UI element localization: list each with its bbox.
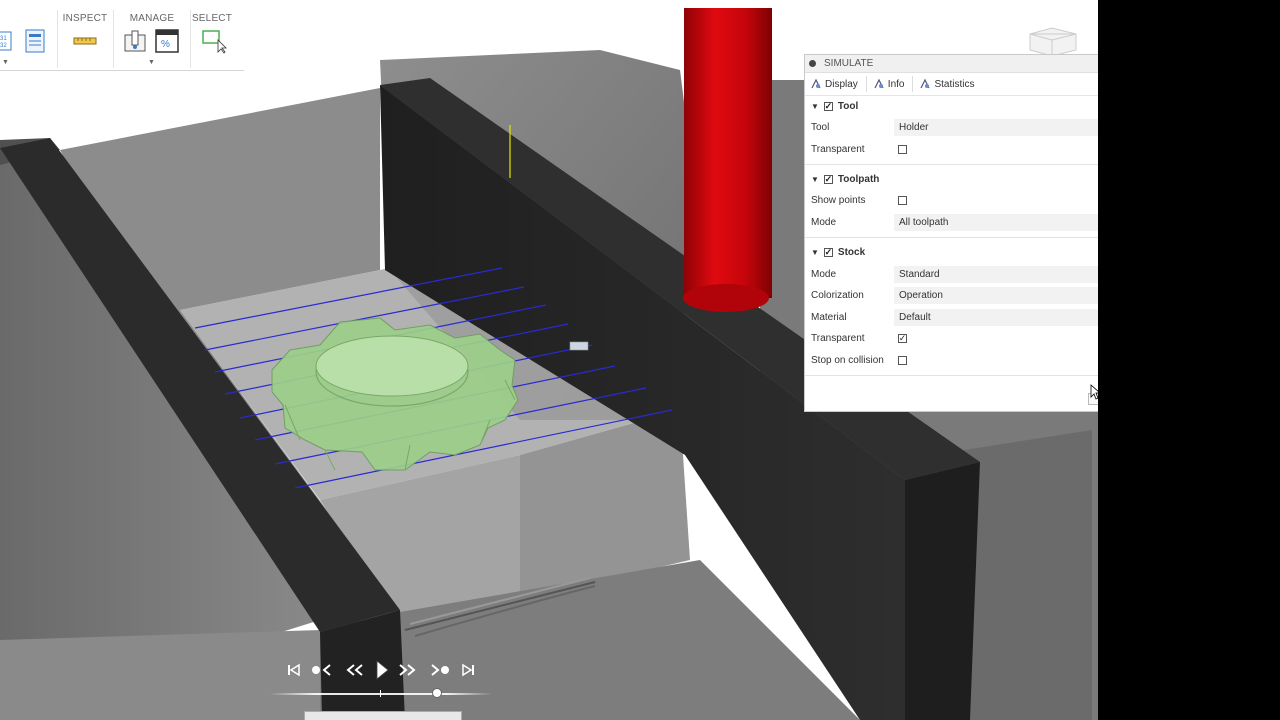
- select-label: SELECT: [191, 13, 233, 24]
- tool-library-icon[interactable]: [122, 28, 148, 54]
- toolpath-mode-label: Mode: [811, 217, 837, 229]
- timeline-thumb[interactable]: [431, 688, 442, 698]
- show-points-label: Show points: [811, 195, 866, 207]
- cutting-tool: [683, 8, 772, 312]
- chevron-down-icon[interactable]: ▼: [811, 248, 819, 257]
- close-icon[interactable]: [809, 60, 816, 67]
- previous-operation-icon[interactable]: [310, 660, 334, 680]
- tool-select[interactable]: Holder: [894, 119, 1098, 137]
- svg-text:%: %: [161, 39, 170, 50]
- tab-statistics[interactable]: Statistics: [919, 73, 975, 95]
- step-back-icon[interactable]: [344, 660, 366, 680]
- tool-transparent-label: Transparent: [811, 143, 865, 155]
- screen-margin: [1098, 0, 1280, 720]
- toolpath-mode-select[interactable]: All toolpath: [894, 214, 1098, 232]
- toolbar-group-inspect: INSPECT: [58, 8, 112, 68]
- colorization-label: Colorization: [811, 290, 864, 302]
- material-label: Material: [811, 311, 847, 323]
- vise-jaw-right-end: [905, 462, 980, 720]
- navigation-bar[interactable]: [304, 711, 462, 720]
- panel-title: SIMULATE: [824, 58, 874, 69]
- go-to-end-icon[interactable]: [460, 660, 476, 680]
- toolbar-group-manage: MANAGE % ▼: [114, 8, 190, 68]
- parameters-icon[interactable]: 31 32: [0, 28, 20, 54]
- info-icon: [873, 78, 885, 90]
- tab-info[interactable]: Info: [873, 73, 905, 95]
- row-stop-on-collision: Stop on collision: [805, 350, 1098, 372]
- select-icon[interactable]: [201, 28, 227, 54]
- tool-enabled-checkbox[interactable]: ✓: [823, 102, 833, 111]
- chevron-down-icon[interactable]: ▼: [811, 175, 819, 184]
- section-stock[interactable]: ▼ ✓ Stock: [805, 242, 1098, 263]
- row-stock-transparent: Transparent ✓: [805, 328, 1098, 350]
- section-tool[interactable]: ▼ ✓ Tool: [805, 96, 1098, 117]
- next-operation-icon[interactable]: [428, 660, 452, 680]
- stock-enabled-checkbox[interactable]: ✓: [823, 248, 833, 258]
- row-stock-mode: Mode Standard: [805, 263, 1098, 285]
- toolbar-group-select: SELECT: [191, 8, 233, 68]
- row-toolpath-mode: Mode All toolpath: [805, 212, 1098, 234]
- statistics-icon: [919, 78, 931, 90]
- row-material: Material Default: [805, 307, 1098, 329]
- chevron-down-icon[interactable]: ▼: [2, 59, 9, 66]
- stock-mode-label: Mode: [811, 268, 837, 280]
- step-forward-icon[interactable]: [396, 660, 418, 680]
- section-stock-label: Stock: [837, 247, 866, 259]
- row-colorization: Colorization Operation: [805, 285, 1098, 307]
- chevron-down-icon[interactable]: ▼: [148, 59, 155, 66]
- playback-controls: [280, 656, 500, 684]
- timeline-slider[interactable]: [270, 693, 492, 695]
- setup-sheet-icon[interactable]: [22, 28, 48, 54]
- svg-text:31: 31: [0, 36, 7, 42]
- section-toolpath-label: Toolpath: [837, 174, 880, 186]
- section-toolpath[interactable]: ▼ ✓ Toolpath: [805, 169, 1098, 190]
- simulate-panel: SIMULATE Display Info Statistics ▼ ✓ Too…: [804, 54, 1098, 412]
- measure-icon[interactable]: [72, 28, 98, 54]
- row-show-points: Show points: [805, 190, 1098, 212]
- toolbar: 31 32 ▼ INSPECT MANAGE % ▼ SELECT: [0, 8, 244, 71]
- tool-transparent-checkbox[interactable]: [898, 144, 907, 154]
- tab-display[interactable]: Display: [810, 73, 858, 95]
- simulation-viewport[interactable]: 31 32 ▼ INSPECT MANAGE % ▼ SELECT SIMULA…: [0, 0, 1098, 720]
- tab-info-label: Info: [887, 78, 905, 90]
- chevron-down-icon[interactable]: ▼: [811, 102, 819, 111]
- vise-base-left: [0, 630, 320, 720]
- viewcube[interactable]: [1024, 24, 1080, 58]
- toolbar-group-left: 31 32 ▼: [0, 8, 56, 68]
- toolpath-enabled-checkbox[interactable]: ✓: [823, 175, 833, 185]
- section-tool-label: Tool: [837, 101, 859, 112]
- toolpath-start-marker: [569, 341, 589, 351]
- timeline-marker: [380, 690, 381, 697]
- row-tool: Tool Holder: [805, 117, 1098, 139]
- svg-text:32: 32: [0, 43, 7, 49]
- panel-header: SIMULATE: [805, 55, 1098, 73]
- colorization-select[interactable]: Operation: [894, 287, 1098, 305]
- tab-display-label: Display: [825, 78, 858, 90]
- manage-label: MANAGE: [129, 13, 175, 24]
- go-to-start-icon[interactable]: [286, 660, 302, 680]
- tab-statistics-label: Statistics: [934, 78, 975, 90]
- row-tool-transparent: Transparent: [805, 139, 1098, 161]
- mouse-cursor-icon: [1090, 384, 1098, 405]
- stop-on-collision-label: Stop on collision: [811, 355, 884, 367]
- display-icon: [810, 78, 822, 90]
- tool-label: Tool: [811, 122, 830, 134]
- stock-transparent-label: Transparent: [811, 333, 865, 345]
- show-points-checkbox[interactable]: [898, 196, 907, 206]
- material-select[interactable]: Default: [894, 308, 1098, 326]
- stock-transparent-checkbox[interactable]: ✓: [898, 334, 907, 344]
- inspect-label: INSPECT: [62, 13, 108, 24]
- post-library-icon[interactable]: %: [154, 28, 180, 54]
- stock-mode-select[interactable]: Standard: [894, 265, 1098, 283]
- panel-tabs: Display Info Statistics: [805, 73, 1098, 96]
- stop-on-collision-checkbox[interactable]: [898, 356, 907, 366]
- play-icon[interactable]: [374, 660, 390, 680]
